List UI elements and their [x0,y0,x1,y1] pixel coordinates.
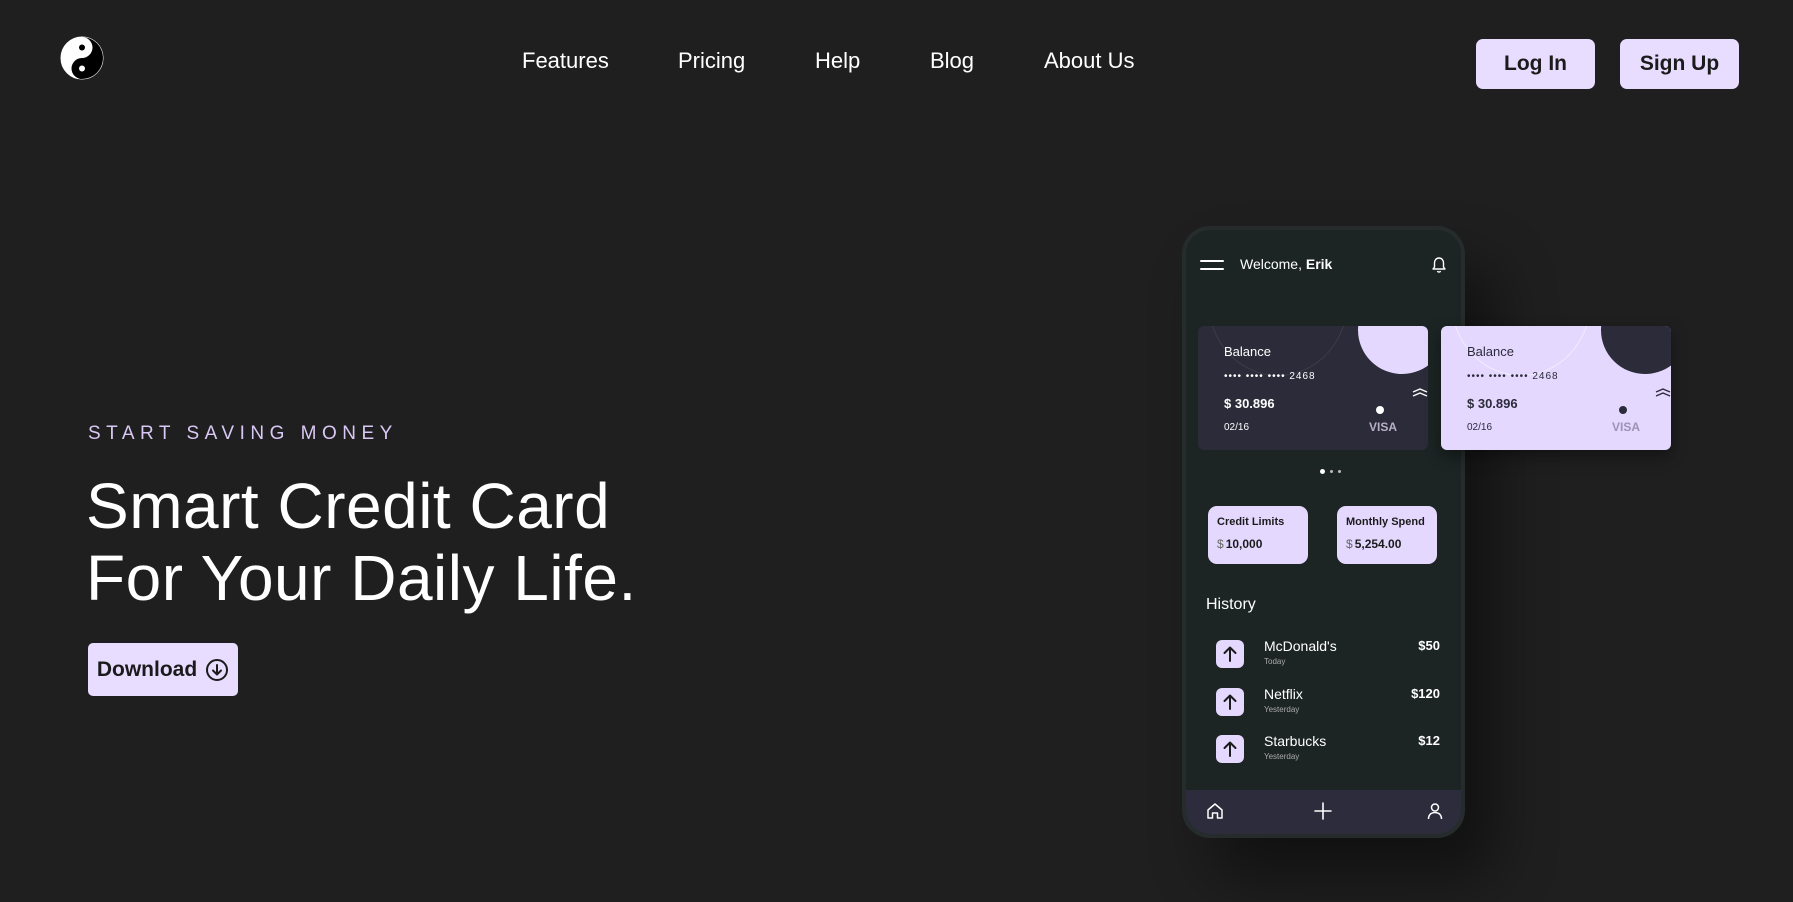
carousel-dot[interactable] [1330,470,1333,473]
stat-value: $10,000 [1217,537,1263,551]
balance-card-light[interactable]: Balance •••• •••• •••• 2468 $ 30.896 02/… [1441,326,1671,450]
phone-bottom-nav [1186,790,1461,834]
card-balance: $ 30.896 [1467,396,1518,411]
arrow-down-circle-icon [206,658,229,681]
card-title: Balance [1467,344,1514,359]
stat-label: Monthly Spend [1346,516,1425,528]
headline-line-2: For Your Daily Life. [86,542,637,614]
arrow-up-icon [1216,735,1244,763]
card-brand: VISA [1369,420,1398,434]
download-label: Download [96,657,198,681]
history-date: Yesterday [1264,752,1300,761]
signup-button[interactable]: Sign Up [1620,39,1739,89]
carousel-dots[interactable] [1320,469,1341,474]
carousel-dot[interactable] [1338,470,1341,473]
card-chip-icon [1376,406,1384,414]
card-balance: $ 30.896 [1224,396,1275,411]
stat-label: Credit Limits [1217,516,1285,528]
nav-pricing[interactable]: Pricing [678,48,745,74]
monthly-spend-tile[interactable]: Monthly Spend $5,254.00 [1337,506,1437,564]
arrow-up-icon [1216,640,1244,668]
nav-about-us[interactable]: About Us [1044,48,1135,74]
home-icon[interactable] [1204,800,1226,822]
welcome-text: Welcome, Erik [1240,256,1332,272]
user-icon[interactable] [1424,800,1446,822]
arrow-up-icon [1216,688,1244,716]
hamburger-menu-icon[interactable] [1200,260,1224,272]
card-number: •••• •••• •••• 2468 [1467,371,1559,382]
history-amount: $120 [1411,686,1440,701]
yin-yang-icon[interactable] [60,36,104,80]
nav-blog[interactable]: Blog [930,48,974,74]
carousel-dot[interactable] [1320,469,1325,474]
headline-line-1: Smart Credit Card [86,470,611,542]
download-button[interactable]: Download [88,643,238,696]
history-row[interactable]: McDonald's Today $50 [1216,636,1440,672]
card-chip-icon [1619,406,1627,414]
hero-eyebrow: START SAVING MONEY [88,423,398,444]
history-date: Yesterday [1264,705,1300,714]
card-expiry: 02/16 [1467,422,1493,433]
plus-icon[interactable] [1312,800,1334,822]
welcome-name: Erik [1305,256,1333,272]
history-title: History [1206,596,1256,613]
contactless-icon [1655,388,1671,397]
contactless-icon [1412,388,1428,397]
card-expiry: 02/16 [1224,422,1250,433]
nav-features[interactable]: Features [522,48,609,74]
login-button[interactable]: Log In [1476,39,1595,89]
history-merchant: Starbucks [1264,733,1327,749]
card-brand: VISA [1612,420,1641,434]
history-merchant: Netflix [1264,686,1303,702]
hero-headline: Smart Credit Card For Your Daily Life. [86,470,637,614]
history-merchant: McDonald's [1264,638,1337,654]
credit-limits-tile[interactable]: Credit Limits $10,000 [1208,506,1308,564]
welcome-prefix: Welcome, [1240,256,1302,272]
history-row[interactable]: Netflix Yesterday $120 [1216,684,1440,720]
history-amount: $50 [1418,638,1440,653]
history-amount: $12 [1418,733,1440,748]
stat-value: $5,254.00 [1346,537,1402,551]
history-row[interactable]: Starbucks Yesterday $12 [1216,731,1440,767]
bell-icon[interactable] [1431,256,1447,274]
card-number: •••• •••• •••• 2468 [1224,371,1316,382]
balance-card-dark[interactable]: Balance •••• •••• •••• 2468 $ 30.896 02/… [1198,326,1428,450]
history-date: Today [1264,657,1286,666]
card-title: Balance [1224,344,1271,359]
nav-help[interactable]: Help [815,48,860,74]
